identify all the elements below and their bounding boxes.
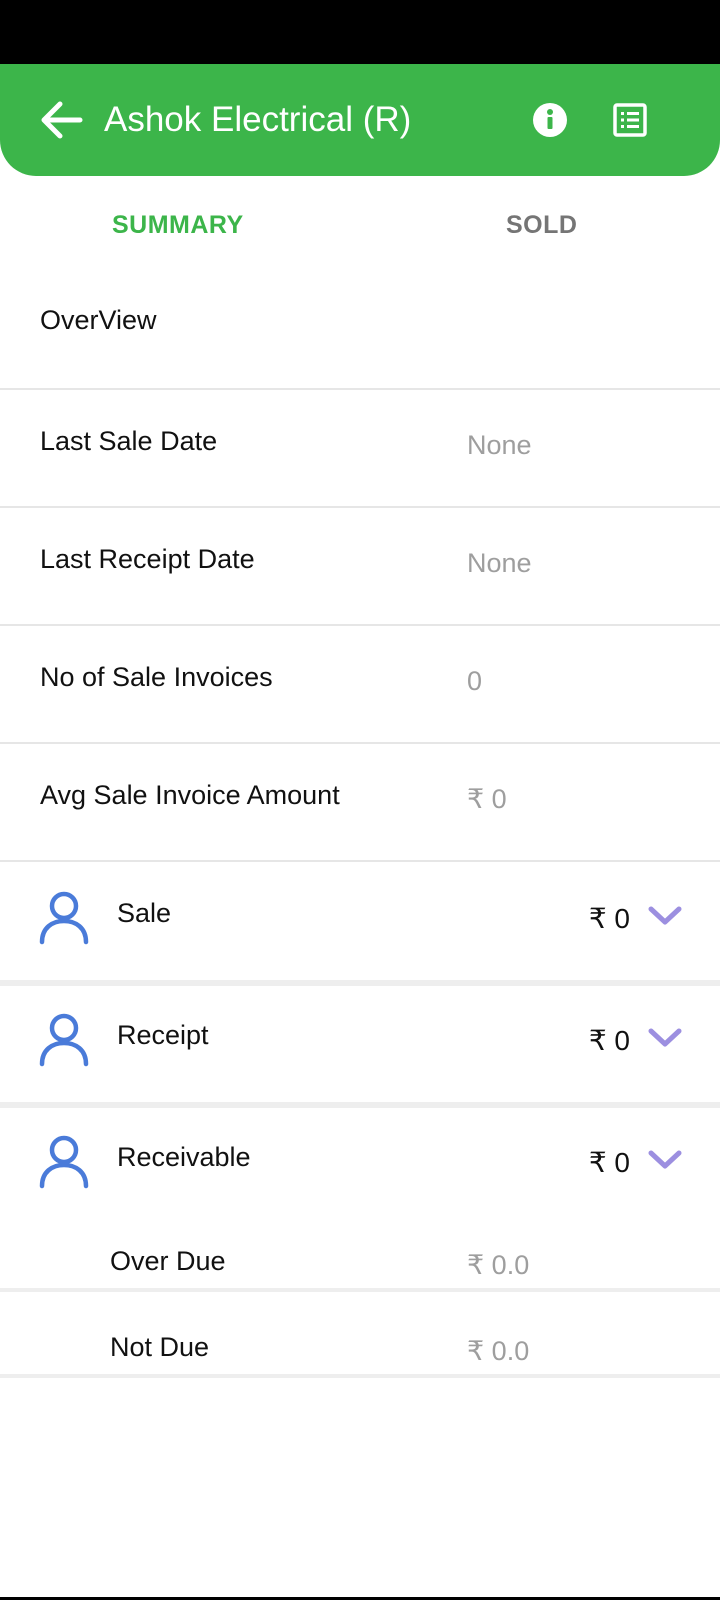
list-icon[interactable] bbox=[610, 100, 650, 140]
info-icon[interactable] bbox=[530, 100, 570, 140]
row-value: None bbox=[467, 430, 532, 460]
last-sale-date-row: Last Sale Date None bbox=[0, 388, 720, 506]
last-receipt-date-row: Last Receipt Date None bbox=[0, 506, 720, 624]
group-value: ₹ 0 bbox=[588, 1147, 630, 1178]
row-label: Not Due bbox=[110, 1332, 210, 1362]
row-label: Avg Sale Invoice Amount bbox=[40, 780, 340, 810]
divider bbox=[0, 1288, 720, 1292]
overview-title: OverView bbox=[40, 305, 157, 335]
group-value: ₹ 0 bbox=[588, 1025, 630, 1056]
row-label: Over Due bbox=[110, 1246, 226, 1276]
chevron-down-icon[interactable] bbox=[648, 1148, 682, 1172]
row-value: ₹ 0 bbox=[467, 784, 507, 814]
not-due-row: Not Due ₹ 0.0 bbox=[0, 1308, 720, 1392]
row-value: ₹ 0.0 bbox=[467, 1336, 530, 1366]
group-label: Receipt bbox=[117, 1020, 209, 1050]
user-icon bbox=[39, 1135, 89, 1189]
over-due-row: Over Due ₹ 0.0 bbox=[0, 1222, 720, 1306]
row-value: None bbox=[467, 548, 532, 578]
page-title: Ashok Electrical (R) bbox=[104, 100, 412, 139]
avg-invoice-amount-row: Avg Sale Invoice Amount ₹ 0 bbox=[0, 742, 720, 860]
tab-sold[interactable]: SOLD bbox=[506, 208, 577, 242]
receivable-group[interactable]: Receivable ₹ 0 bbox=[0, 1106, 720, 1224]
row-value: ₹ 0.0 bbox=[467, 1250, 530, 1280]
row-label: No of Sale Invoices bbox=[40, 662, 273, 692]
group-value: ₹ 0 bbox=[588, 903, 630, 934]
user-icon bbox=[39, 891, 89, 945]
status-bar bbox=[0, 0, 720, 64]
tab-summary[interactable]: SUMMARY bbox=[112, 208, 244, 242]
row-label: Last Sale Date bbox=[40, 426, 218, 456]
divider bbox=[0, 1374, 720, 1378]
receipt-group[interactable]: Receipt ₹ 0 bbox=[0, 984, 720, 1102]
user-icon bbox=[39, 1013, 89, 1067]
row-value: 0 bbox=[467, 666, 483, 696]
chevron-down-icon[interactable] bbox=[648, 1026, 682, 1050]
group-label: Receivable bbox=[117, 1142, 251, 1172]
group-label: Sale bbox=[117, 898, 172, 928]
sale-group[interactable]: Sale ₹ 0 bbox=[0, 862, 720, 980]
sale-invoices-count-row: No of Sale Invoices 0 bbox=[0, 624, 720, 742]
arrow-left-icon[interactable] bbox=[36, 94, 88, 146]
chevron-down-icon[interactable] bbox=[648, 904, 682, 928]
row-label: Last Receipt Date bbox=[40, 544, 255, 574]
app-bar: Ashok Electrical (R) bbox=[0, 64, 720, 176]
